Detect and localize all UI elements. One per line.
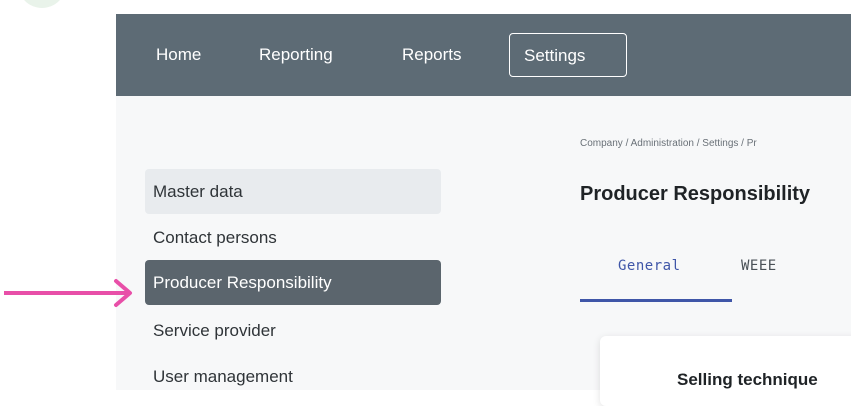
nav-reporting[interactable]: Reporting xyxy=(245,33,347,77)
tab-general[interactable]: General xyxy=(618,258,681,274)
nav-home[interactable]: Home xyxy=(142,33,215,77)
top-navigation-bar xyxy=(116,14,851,96)
sidebar-item-producer-responsibility[interactable]: Producer Responsibility xyxy=(145,260,441,305)
card-title: Selling technique xyxy=(677,370,818,389)
tab-active-indicator xyxy=(580,299,732,302)
sidebar-item-service-provider[interactable]: Service provider xyxy=(145,308,441,353)
breadcrumb: Company / Administration / Settings / Pr xyxy=(580,138,757,149)
tab-weee[interactable]: WEEE xyxy=(741,258,777,274)
nav-settings[interactable]: Settings xyxy=(509,33,627,77)
sidebar-item-contact-persons[interactable]: Contact persons xyxy=(145,215,441,260)
page-title: Producer Responsibility xyxy=(580,183,811,205)
sidebar-item-master-data[interactable]: Master data xyxy=(145,169,441,214)
selling-technique-card: Selling technique xyxy=(600,336,851,406)
decorative-circle xyxy=(18,0,66,8)
arrow-right-icon xyxy=(4,279,132,307)
sidebar-item-user-management[interactable]: User management xyxy=(145,354,441,399)
nav-reports[interactable]: Reports xyxy=(388,33,476,77)
